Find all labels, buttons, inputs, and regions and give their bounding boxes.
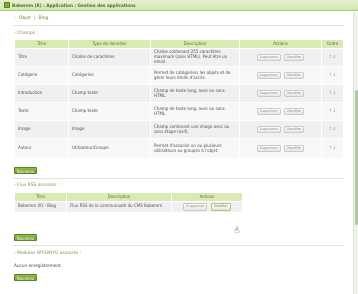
drag-order-icon[interactable]: ↑↓ xyxy=(329,109,337,114)
field-type: Catégories xyxy=(68,66,151,85)
field-actions: Supprimer Modifier xyxy=(239,84,322,103)
tabs-separator xyxy=(13,25,344,26)
rss-title: Baberem (K) - Blog xyxy=(14,201,67,213)
application-icon xyxy=(4,2,10,8)
field-title: Auteur xyxy=(14,138,69,159)
fields-column-type: Type de données xyxy=(68,39,151,49)
rss-table-header: Titre Description Actions xyxy=(14,192,243,202)
delete-field-button[interactable]: Supprimer xyxy=(256,144,281,153)
drag-order-icon[interactable]: ↑↓ xyxy=(329,127,337,132)
field-title: Introduction xyxy=(14,84,69,103)
new-rss-button[interactable]: Nouveau xyxy=(14,234,37,241)
rss-section-title: › Flux RSS associés : xyxy=(14,183,60,188)
edit-field-button[interactable]: Modifier xyxy=(284,89,305,98)
field-order-cell: ↑↓ xyxy=(321,120,344,139)
rss-column-description: Description xyxy=(66,192,172,202)
tab-separator-icon: › xyxy=(14,16,16,21)
fields-separator xyxy=(13,178,344,179)
delete-field-button[interactable]: Supprimer xyxy=(256,89,281,98)
modules-empty-text: Aucun enregistrement. xyxy=(14,263,63,268)
application-window: Baberem (K) : Application : Gestion des … xyxy=(0,0,358,294)
rss-table: Titre Description Actions Baberem (K) - … xyxy=(14,192,243,213)
field-actions: Supprimer Modifier xyxy=(239,138,322,159)
window-title: Baberem (K) : Application : Gestion des … xyxy=(12,2,136,8)
field-actions: Supprimer Modifier xyxy=(239,48,322,67)
fields-column-description: Description xyxy=(150,39,240,49)
fields-table: Titre Type de données Description Action… xyxy=(14,39,344,159)
tab-blog[interactable]: Blog xyxy=(39,16,49,21)
drag-order-icon[interactable]: ↑↓ xyxy=(329,73,337,78)
field-actions: Supprimer Modifier xyxy=(239,120,322,139)
field-description: Permet de catégoriser les objets et de g… xyxy=(150,66,240,85)
field-description: Champ de texte long, avec ou sans HTML. xyxy=(150,84,240,103)
hand-pointer-icon: ☝ xyxy=(232,225,242,237)
delete-field-button[interactable]: Supprimer xyxy=(256,71,281,80)
drag-order-icon[interactable]: ↑↓ xyxy=(329,146,337,151)
edit-field-button[interactable]: Modifier xyxy=(284,107,305,116)
rss-description: Flux RSS de la communauté du CMS Baberem xyxy=(66,201,172,213)
edit-field-button[interactable]: Modifier xyxy=(284,125,305,134)
table-row: Auteur Utilisateur/Groupe Permet d'assoc… xyxy=(14,138,344,159)
field-type: Utilisateur/Groupe xyxy=(68,138,151,159)
field-description: Champ de texte long, avec ou sans HTML. xyxy=(150,102,240,121)
rss-actions: Supprimer Modifier xyxy=(171,201,243,213)
field-order-cell: ↑↓ xyxy=(321,138,344,159)
field-actions: Supprimer Modifier xyxy=(239,66,322,85)
fields-column-order: Ordre xyxy=(321,39,344,49)
new-module-button[interactable]: Nouveau xyxy=(14,274,37,281)
new-field-button[interactable]: Nouveau xyxy=(14,167,37,174)
field-order-cell: ↑↓ xyxy=(321,48,344,67)
delete-field-button[interactable]: Supprimer xyxy=(256,107,281,116)
fields-section-title: › Champs : xyxy=(14,31,38,36)
delete-field-button[interactable]: Supprimer xyxy=(256,125,281,134)
fields-column-actions: Actions xyxy=(239,39,322,49)
field-type: Champ texte xyxy=(68,84,151,103)
field-actions: Supprimer Modifier xyxy=(239,102,322,121)
field-title: Image xyxy=(14,120,69,139)
drag-order-icon[interactable]: ↑↓ xyxy=(329,55,337,60)
rss-separator xyxy=(13,245,344,246)
delete-field-button[interactable]: Supprimer xyxy=(256,53,281,62)
field-description: Chaîne contenant 255 caractères maximum … xyxy=(150,48,240,67)
edit-rss-button[interactable]: Modifier xyxy=(210,203,231,211)
table-row: Baberem (K) - Blog Flux RSS de la commun… xyxy=(14,201,243,213)
field-type: Chaîne de caractères xyxy=(68,48,151,67)
delete-rss-button[interactable]: Supprimer xyxy=(183,203,208,211)
table-row: Image Image Champ contenant une image av… xyxy=(14,120,344,139)
edit-field-button[interactable]: Modifier xyxy=(284,53,305,62)
field-order-cell: ↑↓ xyxy=(321,66,344,85)
field-title: Titre xyxy=(14,48,69,67)
rss-column-actions: Actions xyxy=(171,192,243,202)
vertical-scrollbar[interactable] xyxy=(353,12,358,294)
main-content: › Objet | Blog › Champs : Titre Type de … xyxy=(0,12,352,294)
tab-objet[interactable]: Objet xyxy=(19,16,31,21)
modules-section-title: › Modules WYSIWYG associés : xyxy=(14,251,82,256)
edit-field-button[interactable]: Modifier xyxy=(284,71,305,80)
field-title: Texte xyxy=(14,102,69,121)
fields-column-title: Titre xyxy=(14,39,69,49)
field-order-cell: ↑↓ xyxy=(321,84,344,103)
section-tabs: › Objet | Blog xyxy=(14,16,48,21)
window-titlebar: Baberem (K) : Application : Gestion des … xyxy=(0,0,358,11)
edit-field-button[interactable]: Modifier xyxy=(284,144,305,153)
table-row: Titre Chaîne de caractères Chaîne conten… xyxy=(14,48,344,67)
tab-separator: | xyxy=(34,16,36,21)
field-description: Permet d'associer un ou plusieurs utilis… xyxy=(150,138,240,159)
table-row: Catégorie Catégories Permet de catégoris… xyxy=(14,66,344,85)
field-type: Champ texte xyxy=(68,102,151,121)
fields-table-header: Titre Type de données Description Action… xyxy=(14,39,344,49)
table-row: Texte Champ texte Champ de texte long, a… xyxy=(14,102,344,121)
drag-order-icon[interactable]: ↑↓ xyxy=(329,91,337,96)
field-title: Catégorie xyxy=(14,66,69,85)
field-description: Champ contenant une image avec ou sans é… xyxy=(150,120,240,139)
rss-column-title: Titre xyxy=(14,192,67,202)
field-type: Image xyxy=(68,120,151,139)
field-order-cell: ↑↓ xyxy=(321,102,344,121)
table-row: Introduction Champ texte Champ de texte … xyxy=(14,84,344,103)
